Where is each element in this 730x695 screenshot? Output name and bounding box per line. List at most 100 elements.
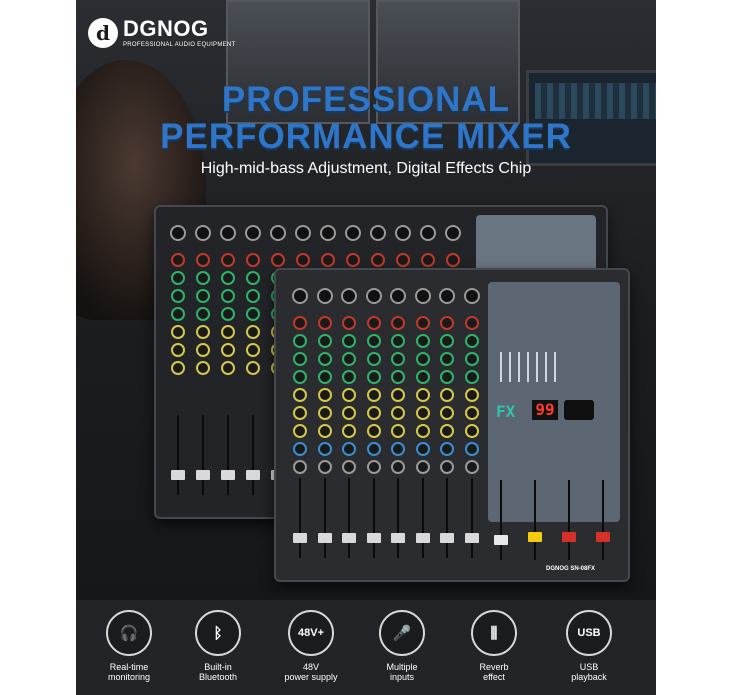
channel-knob[interactable] bbox=[421, 253, 435, 267]
channel-fader[interactable] bbox=[246, 470, 260, 480]
channel-knob[interactable] bbox=[342, 460, 356, 474]
channel-knob[interactable] bbox=[246, 343, 260, 357]
channel-fader[interactable] bbox=[317, 533, 332, 543]
master-fader-white[interactable] bbox=[494, 535, 508, 545]
channel-knob[interactable] bbox=[293, 442, 307, 456]
channel-knob[interactable] bbox=[293, 334, 307, 348]
channel-knob[interactable] bbox=[171, 325, 185, 339]
channel-knob[interactable] bbox=[171, 271, 185, 285]
channel-knob[interactable] bbox=[246, 325, 260, 339]
channel-knob[interactable] bbox=[196, 271, 210, 285]
channel-knob[interactable] bbox=[196, 361, 210, 375]
channel-knob[interactable] bbox=[342, 352, 356, 366]
channel-knob[interactable] bbox=[317, 424, 332, 438]
master-fader-red-left[interactable] bbox=[562, 532, 576, 542]
channel-knob[interactable] bbox=[366, 424, 381, 438]
channel-knob[interactable] bbox=[171, 343, 185, 357]
channel-knob[interactable] bbox=[391, 334, 405, 348]
channel-knob[interactable] bbox=[317, 316, 332, 330]
channel-knob[interactable] bbox=[415, 442, 430, 456]
channel-knob[interactable] bbox=[415, 352, 430, 366]
channel-knob[interactable] bbox=[440, 334, 454, 348]
channel-knob[interactable] bbox=[346, 253, 360, 267]
channel-knob[interactable] bbox=[296, 253, 310, 267]
channel-knob[interactable] bbox=[464, 406, 479, 420]
channel-knob[interactable] bbox=[221, 289, 235, 303]
channel-knob[interactable] bbox=[440, 460, 454, 474]
channel-knob[interactable] bbox=[221, 325, 235, 339]
channel-fader[interactable] bbox=[342, 533, 356, 543]
channel-knob[interactable] bbox=[415, 316, 430, 330]
channel-knob[interactable] bbox=[293, 424, 307, 438]
channel-knob[interactable] bbox=[293, 316, 307, 330]
channel-knob[interactable] bbox=[391, 388, 405, 402]
channel-knob[interactable] bbox=[317, 352, 332, 366]
channel-knob[interactable] bbox=[317, 334, 332, 348]
channel-knob[interactable] bbox=[317, 370, 332, 384]
channel-knob[interactable] bbox=[293, 388, 307, 402]
channel-knob[interactable] bbox=[317, 442, 332, 456]
channel-knob[interactable] bbox=[342, 424, 356, 438]
channel-knob[interactable] bbox=[415, 424, 430, 438]
graphic-eq-slider[interactable] bbox=[554, 352, 556, 382]
channel-knob[interactable] bbox=[464, 334, 479, 348]
channel-knob[interactable] bbox=[366, 460, 381, 474]
channel-knob[interactable] bbox=[391, 460, 405, 474]
master-fader-red-right[interactable] bbox=[596, 532, 610, 542]
channel-knob[interactable] bbox=[317, 406, 332, 420]
channel-knob[interactable] bbox=[366, 406, 381, 420]
channel-knob[interactable] bbox=[464, 316, 479, 330]
channel-knob[interactable] bbox=[415, 370, 430, 384]
channel-knob[interactable] bbox=[171, 307, 185, 321]
channel-knob[interactable] bbox=[440, 442, 454, 456]
channel-knob[interactable] bbox=[415, 388, 430, 402]
channel-fader[interactable] bbox=[293, 533, 307, 543]
channel-fader[interactable] bbox=[391, 533, 405, 543]
channel-knob[interactable] bbox=[366, 388, 381, 402]
channel-knob[interactable] bbox=[293, 406, 307, 420]
graphic-eq-slider[interactable] bbox=[509, 352, 511, 382]
channel-knob[interactable] bbox=[246, 361, 260, 375]
channel-knob[interactable] bbox=[366, 370, 381, 384]
channel-knob[interactable] bbox=[196, 253, 210, 267]
channel-knob[interactable] bbox=[196, 307, 210, 321]
channel-fader[interactable] bbox=[440, 533, 454, 543]
channel-knob[interactable] bbox=[391, 442, 405, 456]
channel-knob[interactable] bbox=[464, 388, 479, 402]
channel-knob[interactable] bbox=[317, 460, 332, 474]
channel-fader[interactable] bbox=[415, 533, 430, 543]
channel-knob[interactable] bbox=[415, 334, 430, 348]
channel-knob[interactable] bbox=[440, 352, 454, 366]
channel-knob[interactable] bbox=[342, 406, 356, 420]
channel-knob[interactable] bbox=[464, 424, 479, 438]
channel-knob[interactable] bbox=[342, 442, 356, 456]
channel-knob[interactable] bbox=[196, 343, 210, 357]
graphic-eq-slider[interactable] bbox=[545, 352, 547, 382]
channel-knob[interactable] bbox=[293, 460, 307, 474]
channel-knob[interactable] bbox=[391, 406, 405, 420]
channel-knob[interactable] bbox=[440, 316, 454, 330]
channel-knob[interactable] bbox=[391, 424, 405, 438]
channel-knob[interactable] bbox=[366, 334, 381, 348]
channel-knob[interactable] bbox=[440, 406, 454, 420]
channel-knob[interactable] bbox=[246, 289, 260, 303]
channel-knob[interactable] bbox=[415, 460, 430, 474]
channel-knob[interactable] bbox=[415, 406, 430, 420]
graphic-eq-slider[interactable] bbox=[536, 352, 538, 382]
channel-fader[interactable] bbox=[464, 533, 479, 543]
master-fader-yellow[interactable] bbox=[528, 532, 542, 542]
channel-knob[interactable] bbox=[342, 334, 356, 348]
channel-knob[interactable] bbox=[221, 307, 235, 321]
channel-knob[interactable] bbox=[246, 271, 260, 285]
channel-knob[interactable] bbox=[464, 370, 479, 384]
channel-knob[interactable] bbox=[366, 352, 381, 366]
channel-knob[interactable] bbox=[366, 316, 381, 330]
channel-knob[interactable] bbox=[221, 361, 235, 375]
channel-knob[interactable] bbox=[221, 343, 235, 357]
channel-knob[interactable] bbox=[317, 388, 332, 402]
channel-knob[interactable] bbox=[171, 253, 185, 267]
channel-knob[interactable] bbox=[391, 352, 405, 366]
channel-knob[interactable] bbox=[440, 424, 454, 438]
channel-fader[interactable] bbox=[171, 470, 185, 480]
channel-knob[interactable] bbox=[440, 370, 454, 384]
